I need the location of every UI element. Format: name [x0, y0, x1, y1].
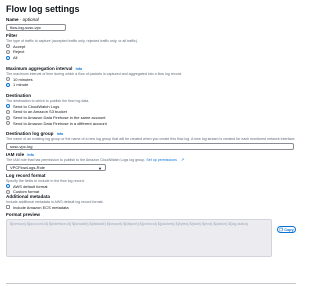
format-preview-area: ${version} ${account-id} ${interface-id}…	[6, 219, 296, 261]
log-group-description: The name of an existing log group or the…	[6, 137, 296, 141]
iam-role-info-link[interactable]: Info	[27, 153, 34, 157]
aggregation-info-link[interactable]: Info	[76, 67, 83, 71]
metadata-section: Additional metadata Include additional m…	[6, 194, 296, 210]
radio-all[interactable]	[6, 55, 10, 60]
page-title: Flow log settings	[6, 4, 80, 14]
destination-section: Destination The destination to which to …	[6, 93, 296, 126]
caret-down-icon: ▼	[98, 165, 102, 171]
copy-button[interactable]: ❐ Copy	[277, 226, 296, 233]
aggregation-option-1min[interactable]: 1 minute	[6, 82, 296, 88]
radio-10-minutes[interactable]	[6, 77, 10, 82]
name-input[interactable]: flow-log-sosc-vpc	[6, 24, 66, 31]
flow-log-settings-panel: Flow log settings Name - optional flow-l…	[6, 4, 296, 284]
external-link-icon: ↗	[180, 157, 185, 162]
format-preview-label: Format preview	[6, 212, 40, 217]
iam-role-select[interactable]: VPCFlowLogs-Role ▼	[6, 163, 106, 171]
filter-section: Filter The type of traffic to capture (a…	[6, 33, 296, 60]
log-group-section: Destination log group Info The name of a…	[6, 131, 296, 150]
record-format-section: Log record format Specify the fields to …	[6, 173, 296, 195]
name-section: Name - optional flow-log-sosc-vpc	[6, 17, 296, 31]
log-group-info-link[interactable]: Info	[57, 132, 64, 136]
destination-option-firehose-different[interactable]: Send to Amazon Data Firehose in a differ…	[6, 120, 296, 126]
radio-aws-default-format[interactable]	[6, 184, 10, 189]
radio-cloudwatch[interactable]	[6, 104, 10, 109]
copy-icon: ❐	[279, 228, 283, 232]
iam-role-description: The IAM role that has permission to publ…	[6, 157, 185, 162]
radio-firehose-same[interactable]	[6, 115, 10, 120]
ecs-metadata-option[interactable]: Include Amazon ECS metadata	[6, 205, 296, 211]
format-preview-box: ${version} ${account-id} ${interface-id}…	[6, 219, 272, 257]
aggregation-section: Maximum aggregation interval Info The ma…	[6, 66, 296, 88]
log-group-input[interactable]: sosc-vpc-log	[6, 142, 294, 150]
radio-reject[interactable]	[6, 49, 10, 54]
radio-1-minute[interactable]	[6, 82, 10, 87]
name-label: Name - optional	[6, 17, 39, 22]
set-up-permissions-link[interactable]: Set up permissions	[146, 158, 177, 162]
radio-s3[interactable]	[6, 109, 10, 114]
ecs-metadata-checkbox[interactable]	[6, 205, 10, 210]
radio-firehose-different[interactable]	[6, 121, 10, 126]
radio-accept[interactable]	[6, 44, 10, 49]
iam-role-section: IAM role Info The IAM role that has perm…	[6, 152, 296, 171]
filter-option-all[interactable]: All	[6, 55, 296, 61]
bottom-divider	[6, 283, 296, 284]
format-preview-section: Format preview	[6, 212, 296, 218]
